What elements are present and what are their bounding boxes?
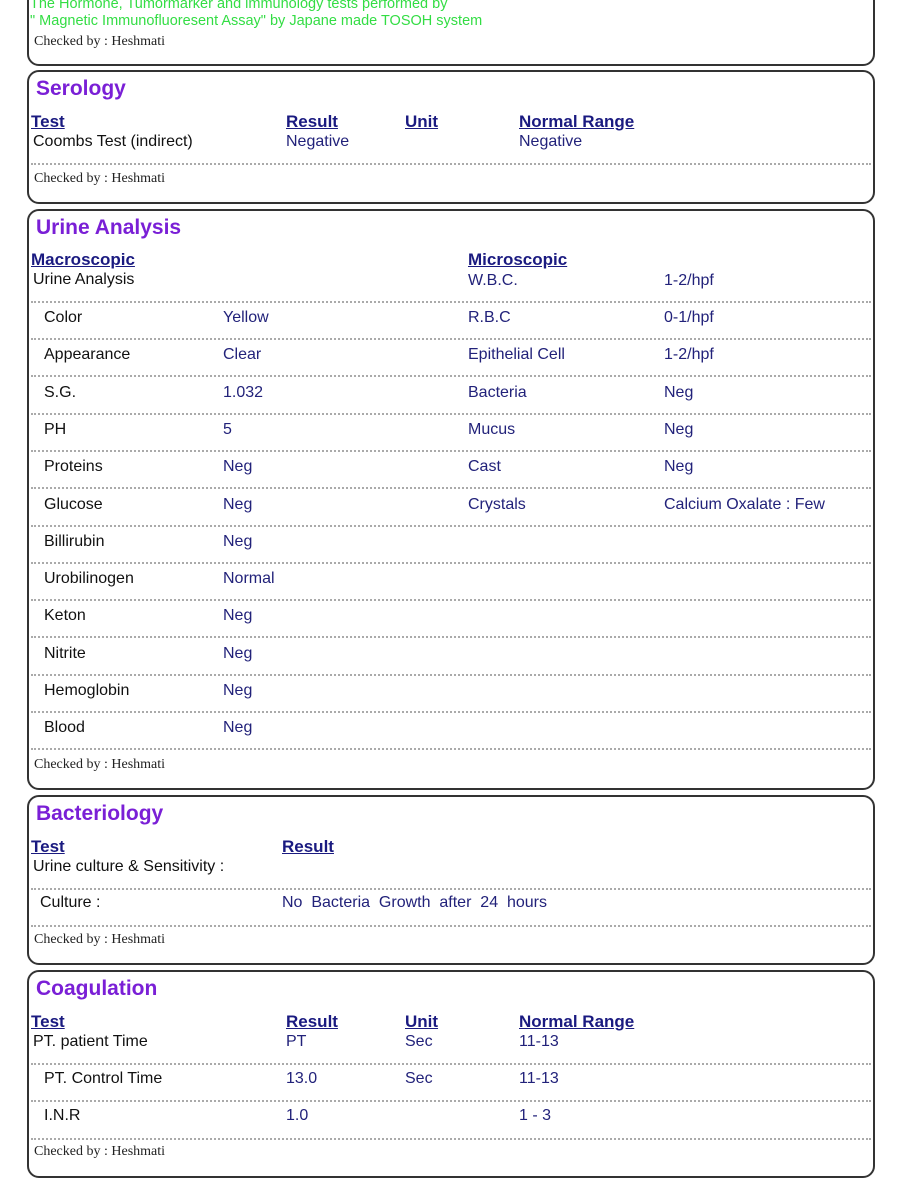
macro-result: Neg [223, 458, 253, 476]
checked-by: Checked by : Heshmati [34, 757, 166, 772]
coag-range: 11-13 [519, 1033, 559, 1050]
checked-by: Checked by : Heshmati [34, 34, 166, 49]
macro-name: S.G. [44, 383, 77, 401]
header-test: Test [31, 112, 65, 131]
macro-result: Yellow [223, 309, 269, 326]
divider [31, 1100, 871, 1102]
coag-unit: Sec [405, 1033, 433, 1050]
header-result: Result [286, 1012, 338, 1031]
culture-result: No Bacteria Growth after 24 hours [282, 894, 548, 911]
coag-test: I.N.R [44, 1107, 81, 1124]
macro-name: Glucose [44, 495, 103, 513]
divider [31, 673, 871, 676]
macro-result: Neg [223, 607, 253, 625]
divider [31, 925, 871, 927]
culture-subtitle: Urine culture & Sensitivity : [33, 858, 225, 875]
coag-test: PT. patient Time [33, 1033, 148, 1050]
bacteriology-title: Bacteriology [36, 802, 164, 825]
micro-name: Crystals [468, 495, 526, 513]
checked-by: Checked by : Heshmati [34, 1144, 166, 1159]
header-result: Result [286, 112, 338, 131]
micro-name: W.B.C. [468, 272, 518, 289]
coag-test: PT. Control Time [44, 1070, 163, 1087]
divider [31, 163, 871, 165]
coag-result: PT [286, 1033, 307, 1050]
macro-result: Neg [223, 682, 253, 699]
macro-name: Keton [44, 607, 86, 625]
divider [31, 301, 871, 303]
coag-range: 1 - 3 [519, 1107, 552, 1124]
macro-name: Urobilinogen [44, 570, 134, 588]
coag-result: 13.0 [286, 1070, 318, 1087]
macro-result: Neg [223, 719, 253, 737]
header-unit: Unit [405, 112, 439, 131]
micro-result: 0-1/hpf [664, 309, 714, 326]
header-macroscopic: Macroscopic [31, 250, 135, 269]
macro-result: 5 [223, 420, 232, 438]
divider [31, 636, 871, 639]
coag-result: 1.0 [286, 1107, 309, 1124]
divider [31, 524, 871, 527]
micro-name: Bacteria [468, 383, 527, 401]
header-unit: Unit [405, 1012, 439, 1031]
micro-result: Neg [664, 383, 694, 401]
culture-label: Culture : [40, 894, 101, 911]
divider [31, 599, 871, 602]
micro-result: 1-2/hpf [664, 272, 714, 289]
test-name: Coombs Test (indirect) [33, 133, 193, 150]
macro-name: Billirubin [44, 532, 105, 550]
macro-name: Nitrite [44, 644, 86, 662]
macro-name: Blood [44, 719, 85, 737]
macro-name: Color [44, 309, 83, 326]
micro-name: Mucus [468, 420, 516, 438]
divider [31, 711, 871, 713]
header-test: Test [31, 837, 65, 856]
divider [31, 888, 871, 890]
micro-name: Cast [468, 458, 501, 476]
header-test: Test [31, 1012, 65, 1031]
divider [31, 338, 871, 340]
micro-name: Epithelial Cell [468, 346, 565, 364]
test-range: Negative [519, 133, 583, 150]
coag-unit: Sec [405, 1070, 433, 1087]
checked-by: Checked by : Heshmati [34, 932, 166, 947]
macro-result: Neg [223, 532, 253, 550]
divider [31, 487, 871, 490]
coag-range: 11-13 [519, 1070, 559, 1087]
macro-result: Neg [223, 644, 253, 662]
test-result: Negative [286, 133, 350, 150]
macro-name: Hemoglobin [44, 682, 130, 699]
divider [31, 449, 871, 452]
micro-result: Calcium Oxalate : Few [664, 495, 825, 513]
note-line-1: The Hormone, Tumormarker and immunology … [30, 0, 448, 12]
micro-result: Neg [664, 458, 694, 476]
divider [31, 1138, 871, 1140]
checked-by: Checked by : Heshmati [34, 171, 166, 186]
header-normal-range: Normal Range [519, 1012, 635, 1031]
macro-result: 1.032 [223, 383, 264, 401]
header-microscopic: Microscopic [468, 250, 568, 269]
header-normal-range: Normal Range [519, 112, 635, 131]
serology-title: Serology [36, 77, 126, 100]
divider [31, 748, 871, 751]
micro-name: R.B.C [468, 309, 511, 326]
macro-name: PH [44, 420, 67, 438]
divider [31, 1063, 871, 1065]
header-result: Result [282, 837, 334, 856]
divider [31, 412, 871, 415]
macro-name: Appearance [44, 346, 131, 364]
macro-name: Proteins [44, 458, 103, 476]
macro-result: Normal [223, 570, 275, 588]
urine-title: Urine Analysis [36, 216, 182, 239]
macro-result: Clear [223, 346, 262, 364]
divider [31, 375, 871, 378]
urine-first-name: Urine Analysis [33, 271, 135, 288]
micro-result: 1-2/hpf [664, 346, 714, 364]
coagulation-title: Coagulation [36, 977, 158, 1000]
note-line-2: " Magnetic Immunofluoresent Assay" by Ja… [30, 13, 483, 29]
micro-result: Neg [664, 420, 694, 438]
divider [31, 561, 871, 564]
macro-result: Neg [223, 495, 253, 513]
